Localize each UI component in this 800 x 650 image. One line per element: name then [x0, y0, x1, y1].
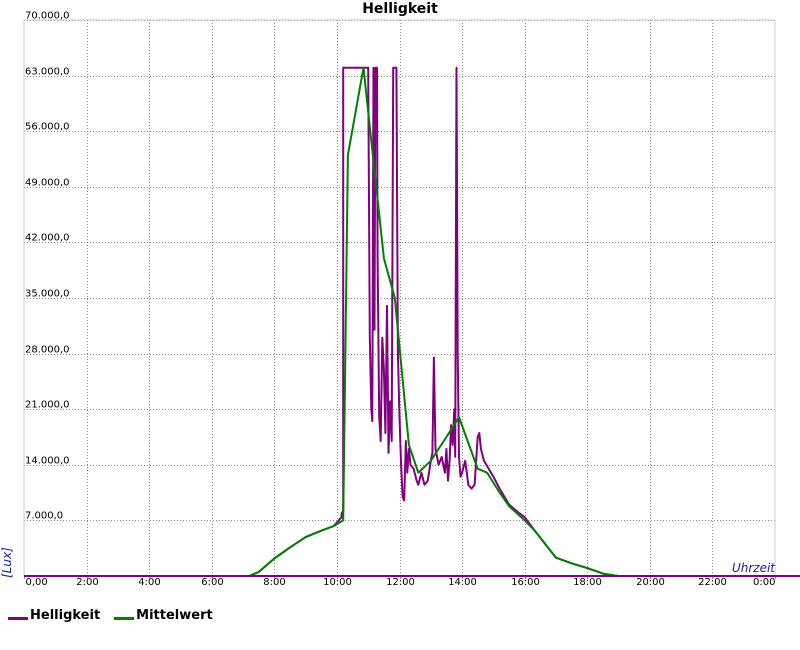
y-tick-label: 42.000,0: [25, 233, 70, 244]
y-tick-label: 70.000,0: [25, 11, 70, 22]
legend-swatch-helligkeit: [8, 617, 28, 620]
y-tick-label: 7.000,0: [25, 511, 63, 522]
grid: [24, 20, 775, 576]
legend-item-mittelwert: Mittelwert: [114, 608, 213, 623]
legend-item-helligkeit: Helligkeit: [8, 608, 100, 623]
brightness-chart: Helligkeit 0,00 2:00 4:00 6:00 8:00 10:00 12:0…: [0, 1, 800, 588]
y-tick-label: 35.000,0: [25, 289, 70, 300]
y-tick-label: 28.000,0: [25, 345, 70, 356]
x-axis-title: Uhrzeit: [732, 561, 776, 575]
legend-swatch-mittelwert: [114, 617, 135, 620]
y-tick-label: 14.000,0: [25, 456, 70, 467]
legend-label-mittelwert: Mittelwert: [136, 608, 213, 623]
series-line-helligkeit: [24, 66, 775, 577]
y-tick-label: 21.000,0: [25, 400, 70, 411]
y-tick-label: 49.000,0: [25, 178, 70, 189]
y-tick-label: 56.000,0: [25, 122, 70, 133]
legend-label-helligkeit: Helligkeit: [30, 608, 101, 623]
chart-title: Helligkeit: [362, 1, 438, 17]
legend: Helligkeit Mittelwert: [8, 608, 213, 623]
x-tick-label: 0:00: [753, 577, 775, 588]
series-lines: [24, 66, 775, 577]
y-axis-title: [Lux]: [0, 547, 14, 578]
series-line-mittelwert: [24, 66, 775, 577]
x-tick-label: 0,00: [26, 577, 48, 588]
y-tick-label: 63.000,0: [25, 67, 70, 78]
